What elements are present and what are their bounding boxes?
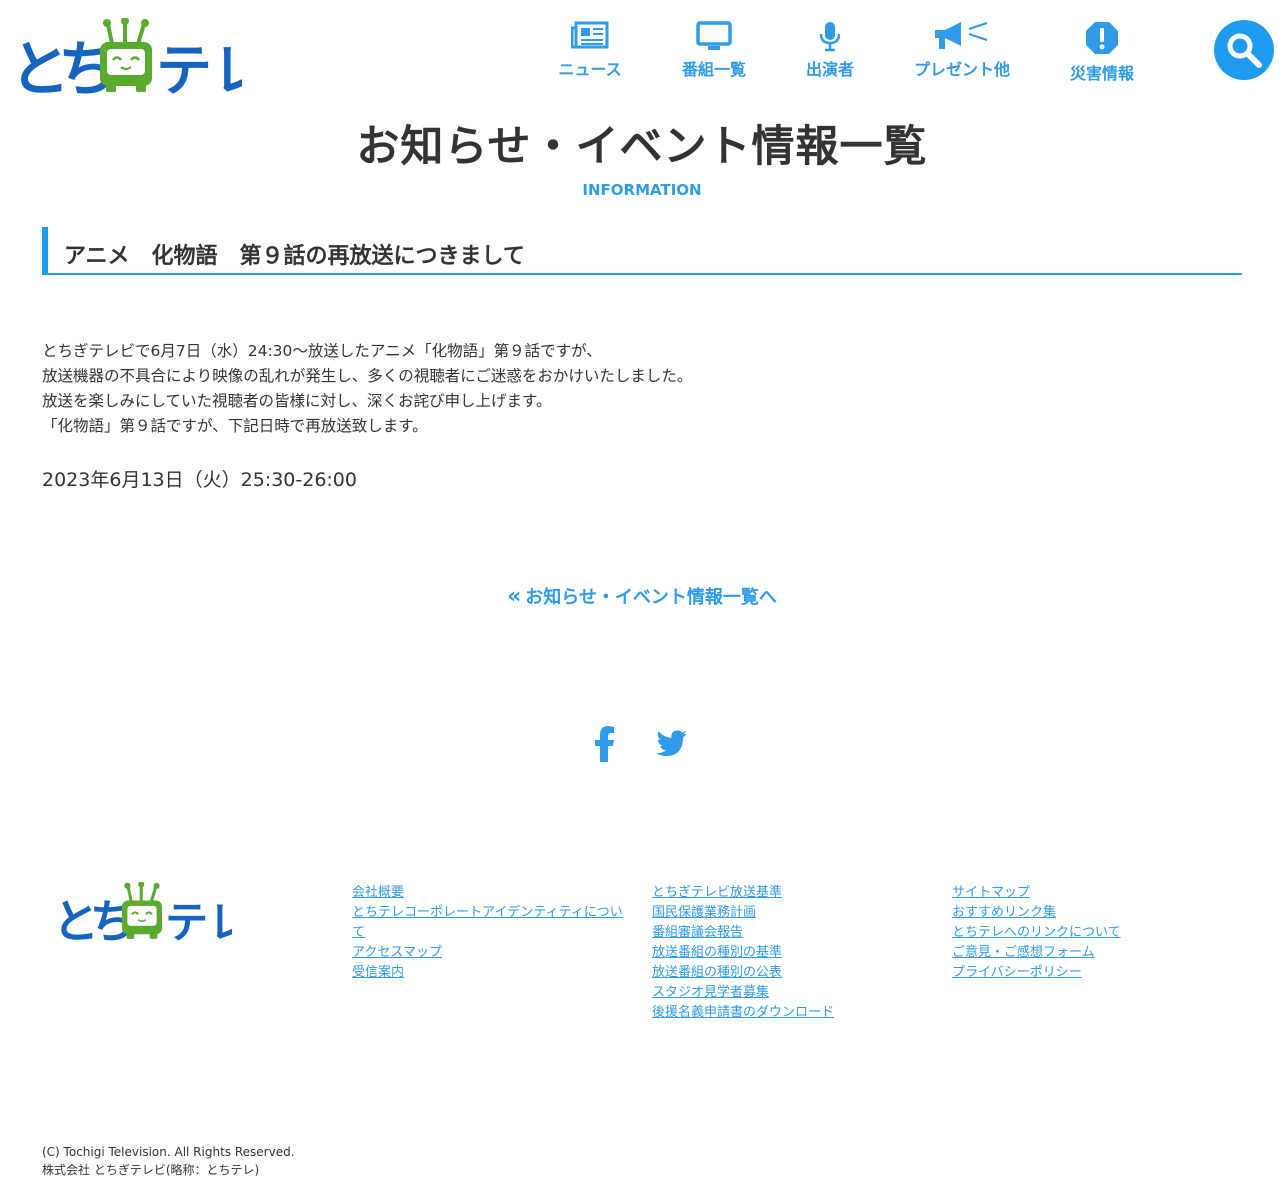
nav-news-label: ニュース bbox=[558, 60, 622, 79]
copyright-block: (C) Tochigi Television. All Rights Reser… bbox=[42, 1143, 295, 1179]
mascot-icon bbox=[122, 882, 162, 939]
article-body: とちぎテレビで6月7日（水）24:30～放送したアニメ「化物語」第９話ですが、 … bbox=[42, 339, 1242, 439]
back-link-label: お知らせ・イベント情報一覧へ bbox=[525, 587, 777, 608]
nav-casters-label: 出演者 bbox=[805, 60, 854, 79]
nav-programs[interactable]: 番組一覧 bbox=[674, 20, 754, 90]
article-paragraph: 放送機器の不具合により映像の乱れが発生し、多くの視聴者にご迷惑をおかけいたしまし… bbox=[42, 367, 693, 385]
megaphone-icon bbox=[935, 22, 988, 49]
footer-link[interactable]: 受信案内 bbox=[352, 963, 632, 983]
facebook-button[interactable] bbox=[594, 726, 616, 766]
footer-link[interactable]: プライバシーポリシー bbox=[952, 963, 1232, 983]
article-paragraph: 「化物語」第９話ですが、下記日時で再放送致します。 bbox=[42, 417, 428, 435]
footer-logo-text-tere: テレ bbox=[165, 898, 232, 942]
footer-link[interactable]: とちぎテレビ放送基準 bbox=[652, 883, 932, 903]
nav-news[interactable]: ニュース bbox=[550, 20, 630, 90]
footer-link[interactable]: スタジオ見学者募集 bbox=[652, 983, 932, 1003]
footer-link[interactable]: アクセスマップ bbox=[352, 943, 632, 963]
copyright-text: (C) Tochigi Television. All Rights Reser… bbox=[42, 1145, 295, 1159]
nav-present[interactable]: プレゼント他 bbox=[904, 20, 1020, 90]
footer-column-company: 会社概要 とちテレコーポレートアイデンティティについて アクセスマップ 受信案内 bbox=[352, 883, 632, 983]
footer-link[interactable]: 会社概要 bbox=[352, 883, 632, 903]
newspaper-icon bbox=[571, 21, 609, 49]
footer-link[interactable]: 放送番組の種別の基準 bbox=[652, 943, 932, 963]
page-title: お知らせ・イベント情報一覧 bbox=[356, 122, 928, 172]
warning-icon bbox=[1086, 22, 1118, 54]
twitter-icon bbox=[656, 730, 687, 756]
microphone-icon bbox=[819, 22, 841, 52]
mascot-icon bbox=[100, 18, 152, 92]
footer-link[interactable]: ご意見・ご感想フォーム bbox=[952, 943, 1232, 963]
twitter-button[interactable] bbox=[656, 730, 688, 762]
article-paragraph: 放送を楽しみにしていた視聴者の皆様に対し、深くお詫び申し上げます。 bbox=[42, 392, 552, 410]
footer-link[interactable]: とちテレへのリンクについて bbox=[952, 923, 1232, 943]
footer-link[interactable]: 番組審議会報告 bbox=[652, 923, 932, 943]
article-title-bar: アニメ 化物語 第９話の再放送につきまして bbox=[42, 227, 1242, 275]
double-chevron-left-icon: « bbox=[507, 584, 522, 609]
nav-casters[interactable]: 出演者 bbox=[800, 20, 860, 90]
rebroadcast-date: 2023年6月13日（火）25:30-26:00 bbox=[42, 469, 357, 491]
page-subtitle: INFORMATION bbox=[582, 181, 702, 199]
footer-link[interactable]: サイトマップ bbox=[952, 883, 1232, 903]
footer-link[interactable]: 放送番組の種別の公表 bbox=[652, 963, 932, 983]
search-button[interactable] bbox=[1214, 20, 1274, 80]
tv-icon bbox=[696, 21, 732, 50]
article-paragraph: とちぎテレビで6月7日（水）24:30～放送したアニメ「化物語」第９話ですが、 bbox=[42, 342, 602, 360]
search-icon bbox=[1227, 33, 1262, 68]
company-name: 株式会社 とちぎテレビ(略称：とちテレ) bbox=[42, 1163, 260, 1177]
nav-present-label: プレゼント他 bbox=[913, 60, 1010, 79]
back-to-list-link[interactable]: «お知らせ・イベント情報一覧へ bbox=[0, 583, 1284, 609]
nav-programs-label: 番組一覧 bbox=[681, 60, 746, 79]
footer-link[interactable]: 国民保護業務計画 bbox=[652, 903, 932, 923]
footer-column-site: サイトマップ おすすめリンク集 とちテレへのリンクについて ご意見・ご感想フォー… bbox=[952, 883, 1232, 983]
site-logo[interactable]: と ち テレ bbox=[10, 18, 242, 96]
nav-disaster[interactable]: 災害情報 bbox=[1062, 20, 1142, 90]
footer-column-broadcast: とちぎテレビ放送基準 国民保護業務計画 番組審議会報告 放送番組の種別の基準 放… bbox=[652, 883, 932, 1023]
footer-link[interactable]: とちテレコーポレートアイデンティティについて bbox=[352, 903, 632, 943]
footer-link[interactable]: おすすめリンク集 bbox=[952, 903, 1232, 923]
nav-disaster-label: 災害情報 bbox=[1069, 64, 1134, 83]
facebook-icon bbox=[595, 726, 614, 762]
footer-logo[interactable]: と ち テレ bbox=[52, 882, 232, 942]
logo-text-tere: テレ bbox=[156, 39, 242, 96]
article-title: アニメ 化物語 第９話の再放送につきまして bbox=[64, 244, 525, 269]
footer-link[interactable]: 後援名義申請書のダウンロード bbox=[652, 1003, 932, 1023]
